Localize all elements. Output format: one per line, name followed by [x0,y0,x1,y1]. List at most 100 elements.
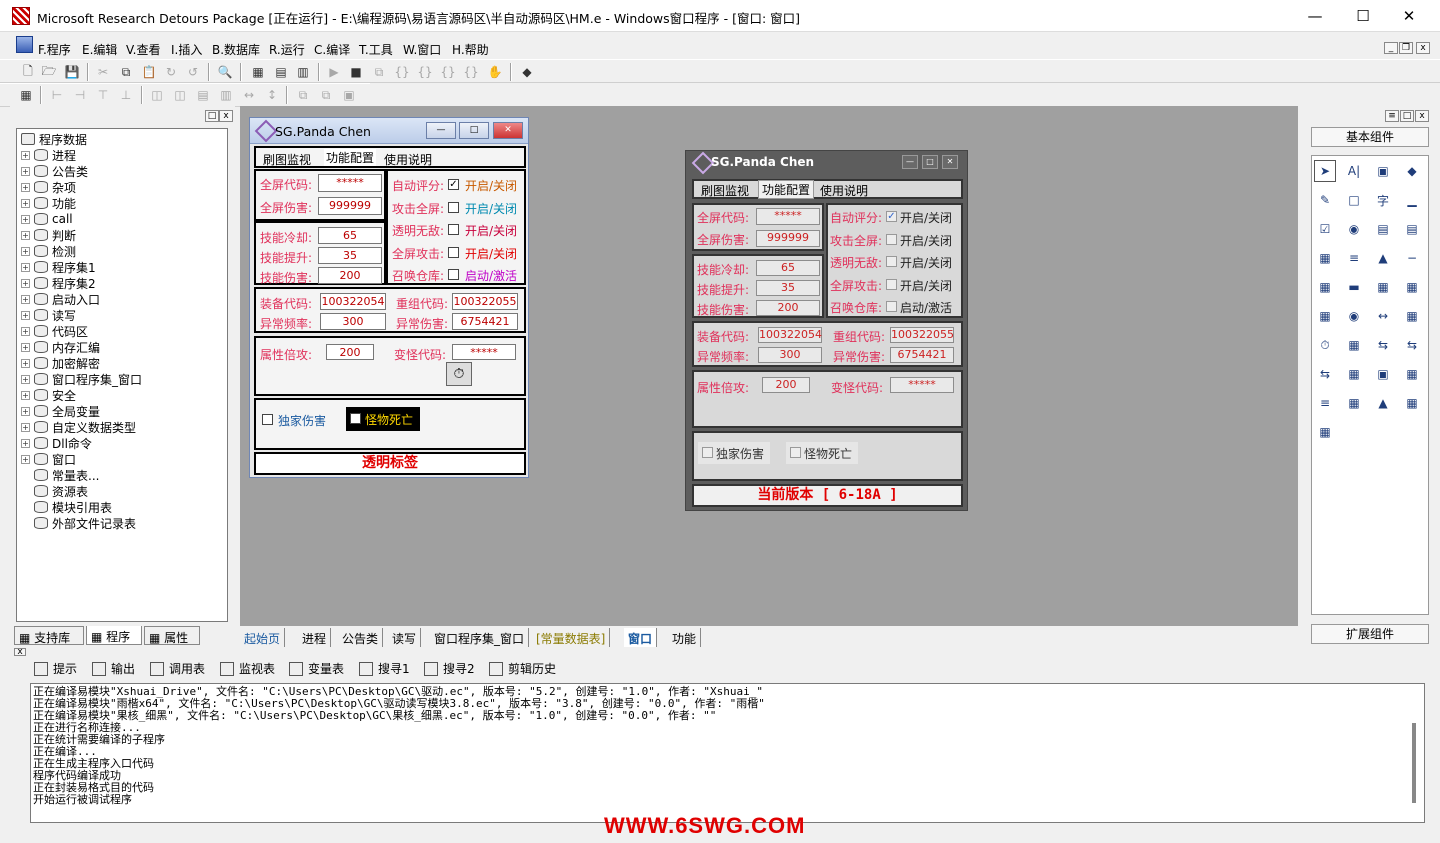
find-icon[interactable]: 🔍 [216,63,234,81]
shape-icon[interactable]: ◆ [1401,160,1423,182]
tree-item[interactable]: 模块引用表 [21,499,112,515]
rp-menu-button[interactable]: ≡ [1385,110,1399,122]
tree-item[interactable]: + 代码区 [21,323,88,339]
editor-tab[interactable]: 窗口 [624,628,658,647]
tree-item[interactable]: + 检测 [21,243,76,259]
tab-icon[interactable]: ▦ [1372,276,1394,298]
listbox-icon[interactable]: ▦ [1401,363,1423,385]
r-input-equip-code[interactable]: 100322054 [758,327,822,343]
r-input-fullscreen-damage[interactable]: 999999 [756,230,820,247]
tree-item[interactable]: + 程序集2 [21,275,96,291]
editor-tab[interactable]: 起始页 [240,628,286,647]
menu-database[interactable]: B.数据库 [212,41,260,58]
pointer-icon[interactable]: ➤ [1314,160,1336,182]
button-icon[interactable]: ▬ [1343,276,1365,298]
expand-icon[interactable]: + [21,294,30,304]
expand-icon[interactable]: + [21,214,30,224]
menu-tools[interactable]: T.工具 [359,41,393,58]
paste-icon[interactable]: 📋 [140,63,158,81]
space-h-icon[interactable]: ↔ [240,86,258,104]
close-button[interactable]: ✕ [1386,0,1432,32]
toggle-checkbox[interactable] [448,224,459,235]
tree-item[interactable]: + 判断 [21,227,76,243]
same-width-icon[interactable]: ▤ [194,86,212,104]
minimize-button[interactable]: — [1292,0,1338,32]
expand-icon[interactable]: + [21,278,30,288]
label-icon[interactable]: A| [1343,160,1365,182]
mdi-restore-button[interactable]: ❐ [1399,42,1413,54]
line-icon[interactable]: ▁ [1401,189,1423,211]
tab-config[interactable]: 功能配置 [324,149,377,166]
running-tab-instructions[interactable]: 使用说明 [820,182,868,199]
tree-item[interactable]: + Dll命令 [21,435,92,451]
tree-item[interactable]: 常量表... [21,467,99,483]
center-form-icon[interactable]: ▣ [340,86,358,104]
panel-pin-button[interactable]: □ [205,110,219,122]
input-abnormal-freq[interactable]: 300 [320,313,386,330]
r-input-abnormal-dmg[interactable]: 6754421 [890,347,954,363]
menu-program[interactable]: F.程序 [38,41,71,58]
expand-icon[interactable]: + [21,422,30,432]
input-fullscreen-code[interactable]: ***** [318,174,382,192]
menu-insert[interactable]: I.插入 [171,41,202,58]
design-maximize-button[interactable]: □ [459,122,489,139]
exclusive-damage-checkbox[interactable] [262,414,273,425]
socket-icon[interactable]: ⇆ [1372,334,1394,356]
radio-icon[interactable]: ◉ [1343,218,1365,240]
variable-table-tab[interactable]: 变量表 [289,660,344,677]
input-regroup-code[interactable]: 100322055 [452,293,518,310]
center-h-icon[interactable]: ◫ [148,86,166,104]
combo-icon[interactable]: ▤ [1401,218,1423,240]
expand-icon[interactable]: + [21,454,30,464]
list-icon[interactable]: ▤ [1372,218,1394,240]
step-icon-3[interactable]: {} [416,63,434,81]
expand-icon[interactable]: + [21,310,30,320]
frame-icon[interactable]: □ [1343,189,1365,211]
r-input-skill-cd[interactable]: 65 [756,260,820,276]
client-icon[interactable]: ⇆ [1401,334,1423,356]
design-window[interactable]: SG.Panda Chen — □ ✕ 刷图监视 功能配置 使用说明 全屏代码:… [249,117,529,478]
stop-icon[interactable]: ■ [347,63,365,81]
r-input-abnormal-freq[interactable]: 300 [758,347,822,363]
menu-compile[interactable]: C.编译 [314,41,350,58]
tree-item[interactable]: + 进程 [21,147,76,163]
toggle-checkbox[interactable] [448,269,459,280]
tab-support-library[interactable]: ▦ 支持库 [14,626,84,645]
menu-icon[interactable]: ≡ [1343,247,1365,269]
database-icon[interactable]: ▦ [1314,305,1336,327]
align-left-icon[interactable]: ⊢ [48,86,66,104]
picture-icon[interactable]: ▣ [1372,160,1394,182]
timer-icon[interactable]: ⏱ [446,362,472,386]
db-icon[interactable]: ≡ [1314,392,1336,414]
undo-icon[interactable]: ↺ [184,63,202,81]
step-icon-5[interactable]: {} [462,63,480,81]
input-skill-dmg[interactable]: 200 [318,267,382,284]
frame2-icon[interactable]: ▦ [1343,363,1365,385]
r-input-skill-dmg[interactable]: 200 [756,300,820,316]
r-exclusive-damage-option[interactable]: 独家伤害 [698,442,770,464]
tab-properties[interactable]: ▦ 属性 [144,626,200,645]
editor-tab[interactable]: 功能 [668,628,702,647]
copy-icon[interactable]: ⧉ [117,63,135,81]
input-fullscreen-damage[interactable]: 999999 [318,197,382,215]
slider-icon[interactable]: ↔ [1372,305,1394,327]
align-top-icon[interactable]: ⊥ [117,86,135,104]
tab-program[interactable]: ▦ 程序 [86,626,142,645]
table-icon[interactable]: ▦ [1314,276,1336,298]
input-skill-cd[interactable]: 65 [318,227,382,244]
redo-icon[interactable]: ↻ [162,63,180,81]
r-input-monster-code[interactable]: ***** [890,377,954,393]
hand-icon[interactable]: ✋ [486,63,504,81]
expand-icon[interactable]: + [21,246,30,256]
tab-instructions[interactable]: 使用说明 [384,151,432,168]
grid-icon[interactable]: ▦ [1314,247,1336,269]
output-scrollbar[interactable] [1412,723,1416,803]
input-abnormal-dmg[interactable]: 6754421 [452,313,518,330]
design-minimize-button[interactable]: — [426,122,456,139]
r-input-skill-up[interactable]: 35 [756,280,820,296]
divider-icon[interactable]: − [1401,247,1423,269]
search1-tab[interactable]: 搜寻1 [359,660,410,677]
toggle-checkbox[interactable] [448,201,459,213]
align-right-icon[interactable]: ⊤ [94,86,112,104]
running-tab-config[interactable]: 功能配置 [758,180,815,199]
